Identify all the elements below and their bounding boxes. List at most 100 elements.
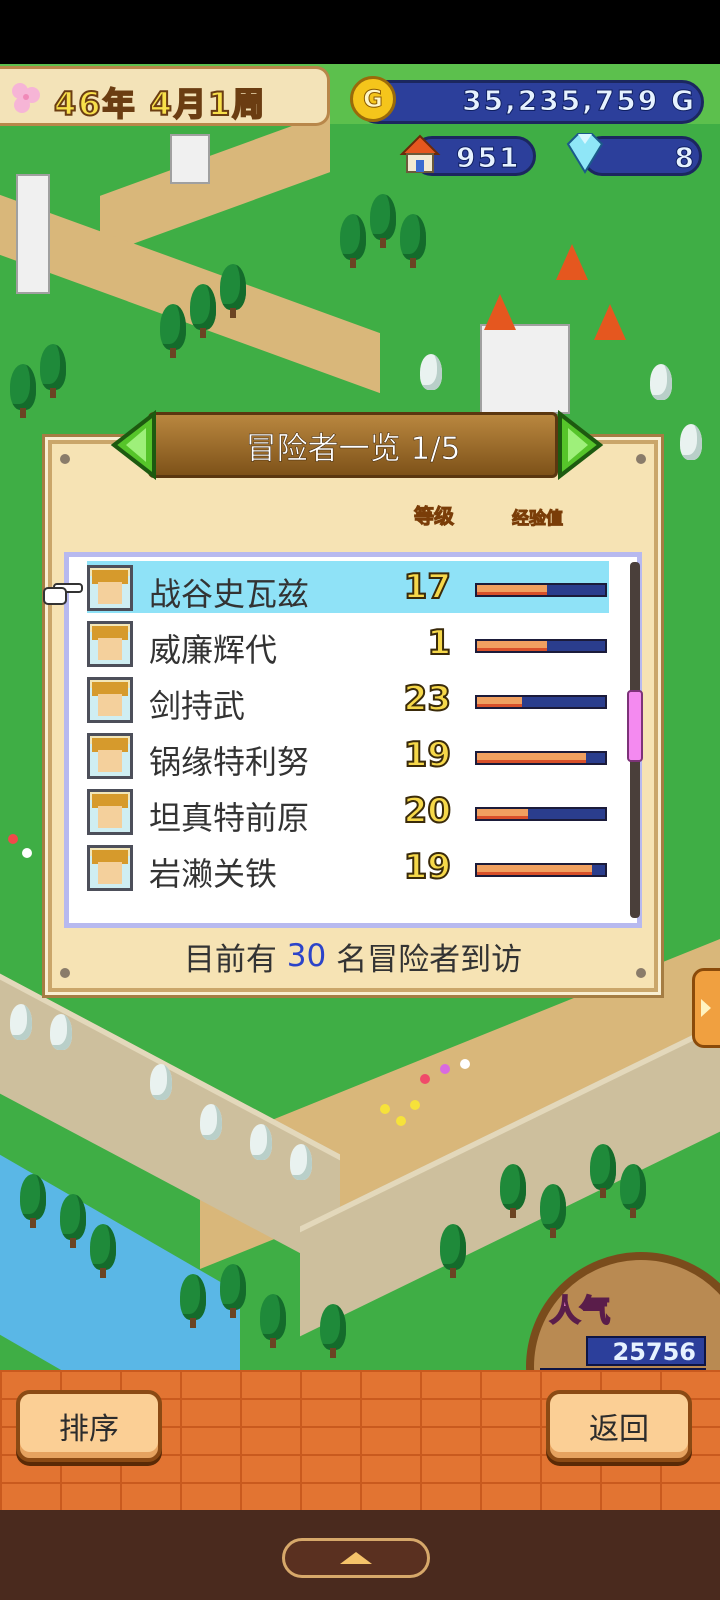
portrait-face <box>98 806 122 828</box>
white-tree <box>200 1104 222 1140</box>
exp-bar-fill <box>477 809 529 819</box>
date-display: 46年 4月1周 <box>0 66 330 126</box>
adventurer-name: 岩濑关铁 <box>149 855 278 893</box>
visitor-count-text: 目前有 30 名冒险者到访 <box>64 932 642 980</box>
tree <box>540 1184 566 1238</box>
tree <box>220 1264 246 1318</box>
dirt-path <box>100 112 330 256</box>
sort-button[interactable]: 排序 <box>16 1390 162 1462</box>
adventurer-portrait <box>87 565 133 611</box>
tree <box>500 1164 526 1218</box>
pointing-hand-icon <box>43 583 83 605</box>
adventurer-level: 19 <box>403 846 452 888</box>
watch-tower <box>16 174 50 294</box>
side-expand-tab[interactable] <box>692 968 720 1048</box>
tree <box>40 344 66 398</box>
adventurer-portrait <box>87 789 133 835</box>
white-tree <box>420 354 442 390</box>
adventurer-row[interactable]: 岩濑关铁 19 <box>87 841 609 893</box>
tree <box>620 1164 646 1218</box>
flower <box>380 1104 390 1114</box>
flower <box>22 848 32 858</box>
exp-bar <box>475 751 607 765</box>
adventurer-row[interactable]: 威廉辉代 1 <box>87 617 609 669</box>
tree <box>20 1174 46 1228</box>
scrollbar-thumb[interactable] <box>627 690 643 762</box>
adventurer-name: 剑持武 <box>149 687 246 725</box>
flower <box>396 1116 406 1126</box>
castle <box>480 324 570 414</box>
adventurer-level: 23 <box>403 678 452 720</box>
flower <box>420 1074 430 1084</box>
adventurer-level: 17 <box>403 566 452 608</box>
portrait-face <box>98 638 122 660</box>
castle-roof <box>556 244 588 280</box>
white-tree <box>150 1064 172 1100</box>
game-screen: 46年 4月1周 G 35,235,759 G 951 8 冒险者一览 1/5 … <box>0 0 720 1600</box>
flower <box>460 1059 470 1069</box>
castle-roof <box>594 304 626 340</box>
adventurer-portrait <box>87 733 133 779</box>
next-page-arrow-icon[interactable] <box>556 410 604 480</box>
exp-bar-fill <box>477 697 522 707</box>
watch-tower <box>170 134 210 184</box>
castle-roof <box>484 294 516 330</box>
tree <box>400 214 426 268</box>
expand-menu-button[interactable] <box>282 1538 430 1578</box>
visitors-prefix: 目前有 <box>183 941 277 978</box>
flower <box>410 1100 420 1110</box>
exp-bar <box>475 807 607 821</box>
adventurer-row[interactable]: 战谷史瓦兹 17 <box>87 561 609 613</box>
flower <box>440 1064 450 1074</box>
tree <box>180 1274 206 1328</box>
tree <box>260 1294 286 1348</box>
tree <box>60 1194 86 1248</box>
tree <box>90 1224 116 1278</box>
white-tree <box>10 1004 32 1040</box>
adventurer-portrait <box>87 677 133 723</box>
tree <box>440 1224 466 1278</box>
triangle-up-icon <box>340 1552 372 1564</box>
tree <box>220 264 246 318</box>
previous-page-arrow-icon[interactable] <box>110 410 158 480</box>
adventurer-name: 坦真特前原 <box>149 799 310 837</box>
panel-rivet <box>636 454 646 464</box>
adventurer-name: 锅缘特利努 <box>149 743 310 781</box>
exp-column-header[interactable]: 经验值 <box>512 504 564 530</box>
panel-title-bar: 冒险者一览 1/5 <box>148 412 558 478</box>
cherry-blossom-icon <box>12 83 40 113</box>
tree <box>590 1144 616 1198</box>
tree <box>340 214 366 268</box>
popularity-label: 人气 <box>549 1293 611 1330</box>
adventurer-row[interactable]: 坦真特前原 20 <box>87 785 609 837</box>
adventurer-portrait <box>87 845 133 891</box>
population-count: 951 <box>455 141 521 175</box>
portrait-face <box>98 862 122 884</box>
gold-coin-icon: G <box>350 76 396 122</box>
exp-bar-fill <box>477 585 548 595</box>
gold-amount: 35,235,759 G <box>462 84 696 118</box>
exp-bar <box>475 639 607 653</box>
adventurer-name: 威廉辉代 <box>149 631 278 669</box>
portrait-face <box>98 694 122 716</box>
panel-title: 冒险者一览 1/5 <box>245 430 461 467</box>
white-tree <box>250 1124 272 1160</box>
adventurer-row[interactable]: 剑持武 23 <box>87 673 609 725</box>
white-tree <box>50 1014 72 1050</box>
exp-bar <box>475 863 607 877</box>
adventurer-row[interactable]: 锅缘特利努 19 <box>87 729 609 781</box>
adventurer-portrait <box>87 621 133 667</box>
adventurer-level: 20 <box>403 790 452 832</box>
crystal-icon <box>566 133 604 174</box>
tree <box>160 304 186 358</box>
exp-bar <box>475 695 607 709</box>
tree <box>10 364 36 418</box>
level-column-header[interactable]: 等级 <box>414 500 455 529</box>
back-button[interactable]: 返回 <box>546 1390 692 1462</box>
adventurer-level: 1 <box>426 622 452 664</box>
list-scrollbar[interactable] <box>627 562 643 918</box>
exp-bar-fill <box>477 865 593 875</box>
date-text: 46年 4月1周 <box>53 84 267 124</box>
portrait-face <box>98 750 122 772</box>
adventurer-name: 战谷史瓦兹 <box>149 575 310 613</box>
